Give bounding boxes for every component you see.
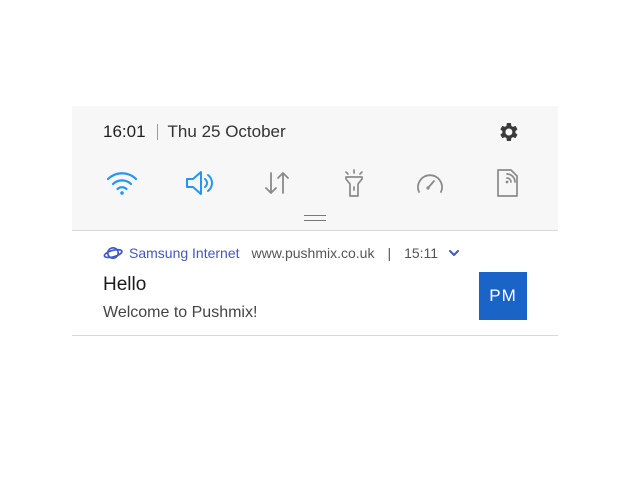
status-row: 16:01 Thu 25 October	[103, 120, 286, 144]
status-separator	[156, 124, 158, 140]
drag-handle[interactable]	[304, 215, 326, 221]
notification-body: Welcome to Pushmix!	[103, 304, 258, 321]
divider	[72, 335, 558, 336]
notification-url: www.pushmix.co.uk	[251, 245, 375, 261]
wifi-toggle[interactable]	[105, 166, 139, 200]
wifi-icon	[106, 172, 138, 195]
chevron-down-icon	[449, 250, 460, 256]
nfc-icon	[497, 169, 518, 197]
expand-button[interactable]	[448, 248, 460, 258]
flashlight-icon	[345, 169, 363, 197]
app-name: Samsung Internet	[129, 245, 240, 261]
nfc-toggle[interactable]	[490, 166, 524, 200]
gear-icon	[500, 123, 518, 141]
notification-title: Hello	[103, 274, 147, 295]
notification-header: Samsung Internet www.pushmix.co.uk | 15:…	[103, 243, 460, 263]
sound-toggle[interactable]	[183, 166, 217, 200]
speaker-icon	[186, 171, 213, 195]
data-arrows-icon	[265, 172, 289, 194]
power-mode-toggle[interactable]	[413, 166, 447, 200]
quick-panel: 16:01 Thu 25 October	[72, 106, 558, 230]
gauge-icon	[417, 174, 443, 193]
notification-card[interactable]: Samsung Internet www.pushmix.co.uk | 15:…	[72, 231, 558, 335]
avatar: PM	[479, 272, 527, 320]
planet-icon	[103, 245, 123, 261]
notification-time: 15:11	[404, 245, 439, 261]
settings-button[interactable]	[495, 119, 521, 145]
quick-toggles	[72, 166, 558, 200]
flashlight-toggle[interactable]	[337, 166, 371, 200]
mobile-data-toggle[interactable]	[260, 166, 294, 200]
clock: 16:01	[103, 122, 146, 141]
date: Thu 25 October	[167, 122, 286, 141]
header-separator: |	[387, 245, 392, 261]
